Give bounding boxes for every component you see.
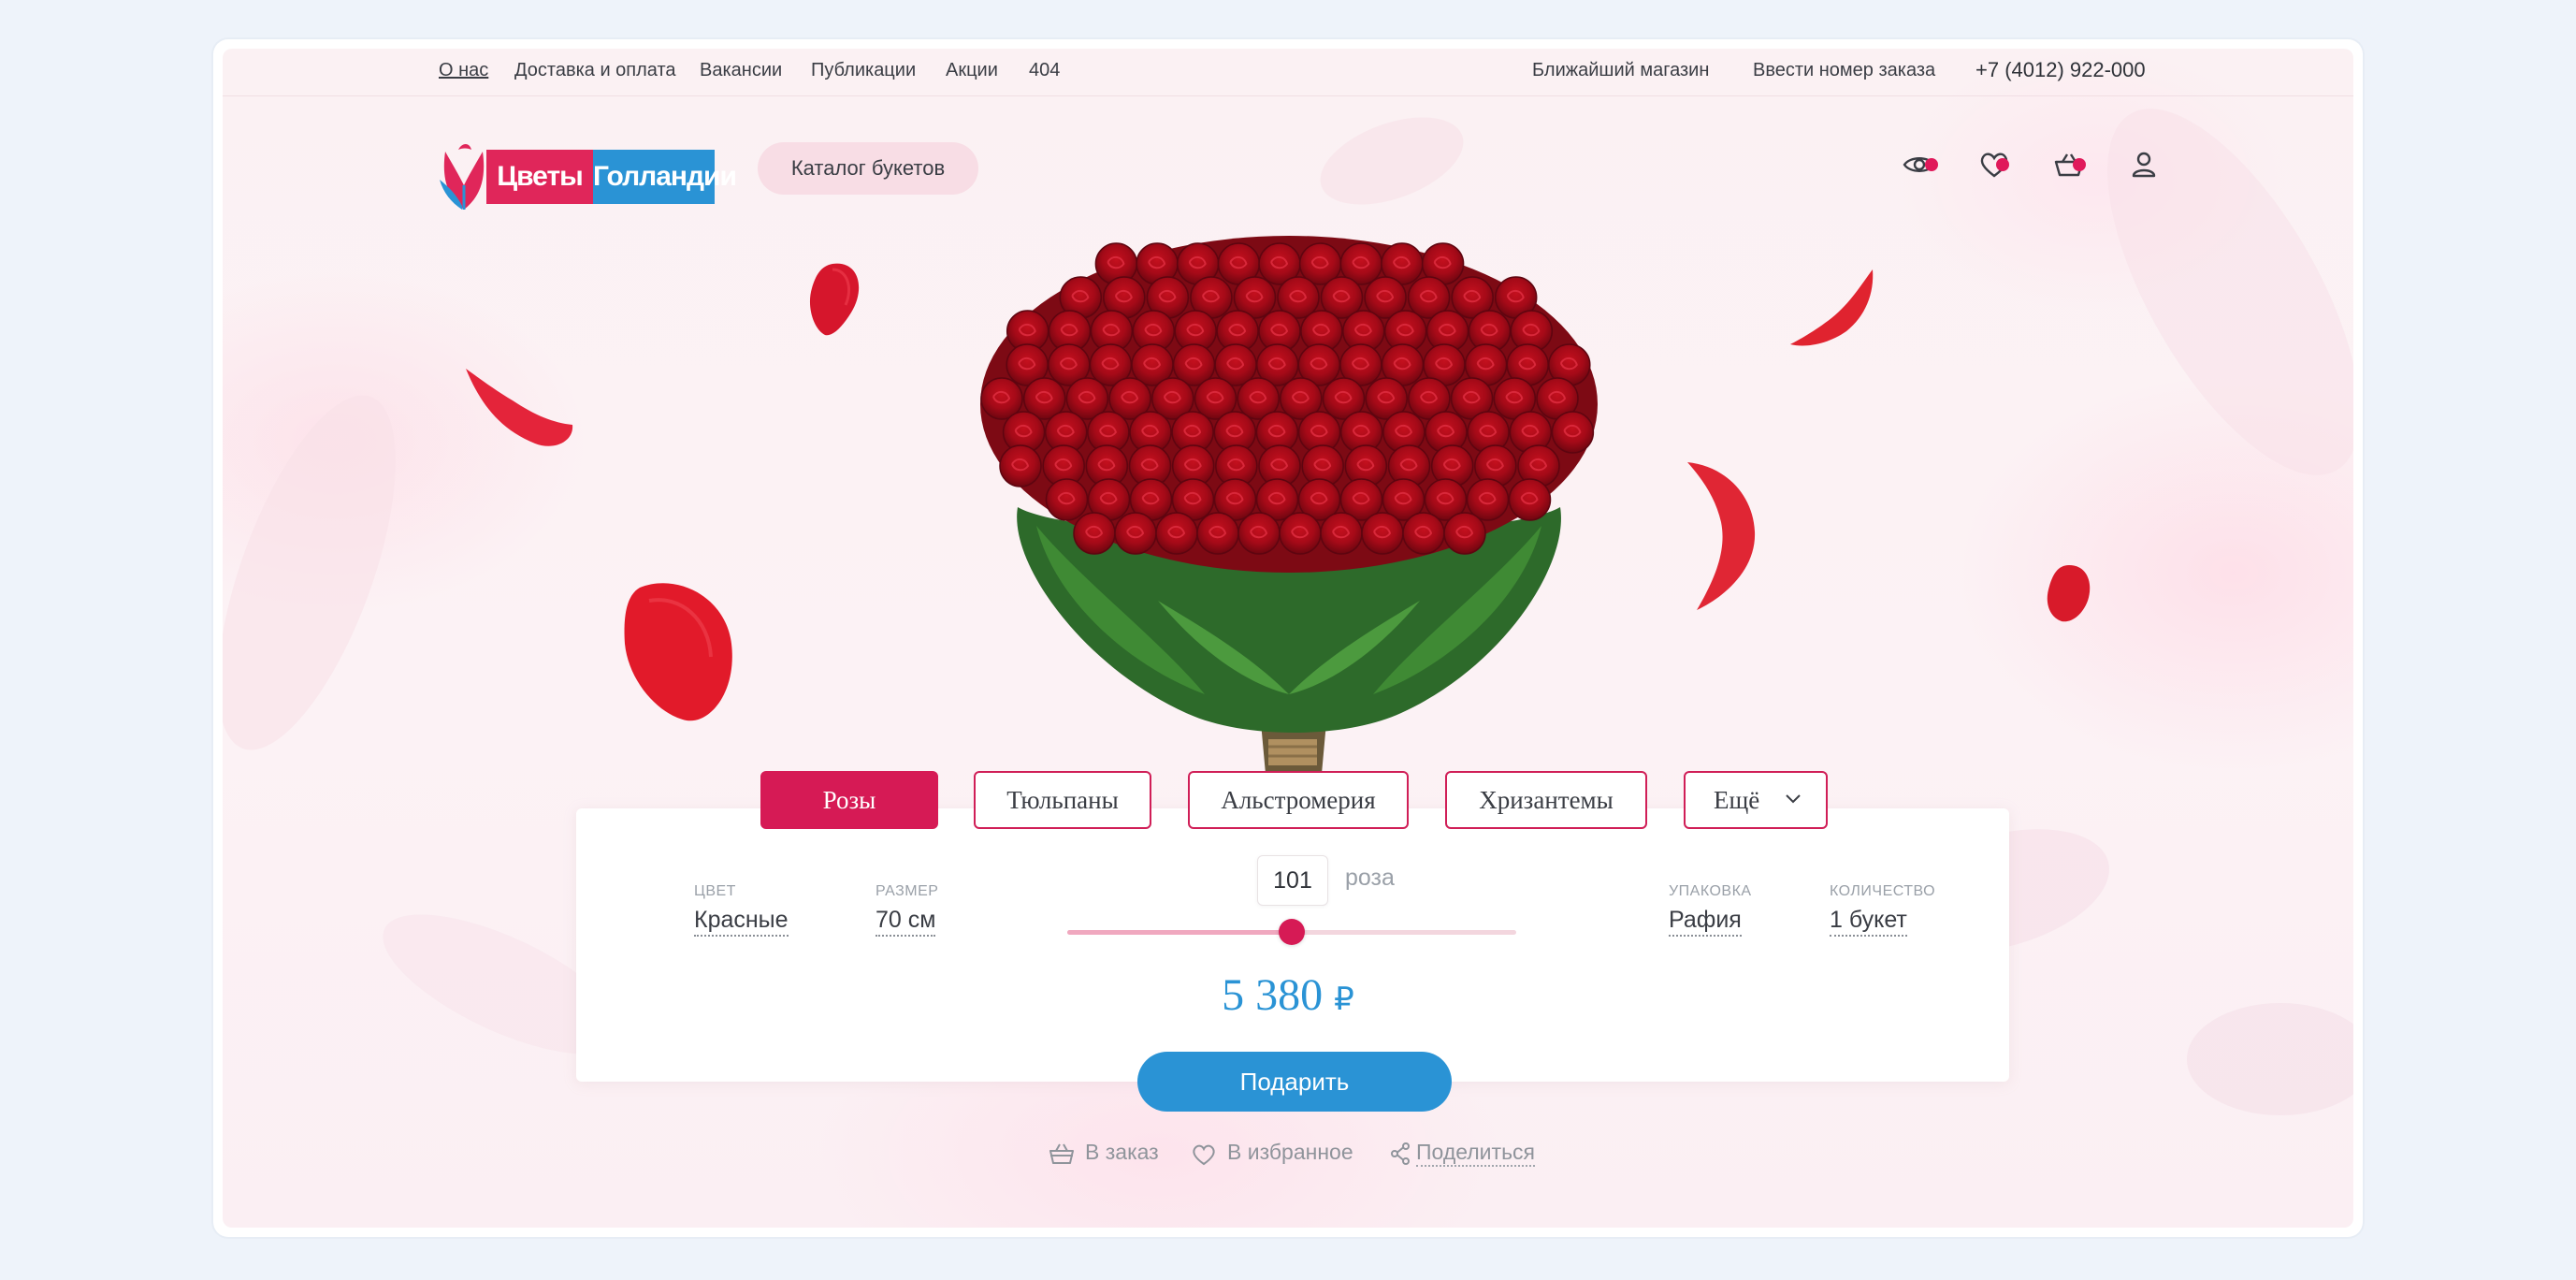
nav-link-promotions[interactable]: Акции	[946, 60, 998, 81]
share-icon[interactable]	[1386, 1140, 1414, 1168]
packing-label: УПАКОВКА	[1669, 883, 1752, 899]
favorites-button[interactable]	[1975, 146, 2013, 183]
color-select[interactable]: Красные	[694, 906, 789, 937]
top-bar: О нас Доставка и оплата Вакансии Публика…	[223, 49, 2353, 96]
rose-head	[1320, 512, 1363, 555]
rose-head	[1551, 411, 1595, 454]
color-label: ЦВЕТ	[694, 883, 736, 899]
rose-head	[999, 444, 1042, 487]
rose-bouquet-image	[980, 236, 1598, 825]
price: 5 380 ₽	[223, 969, 2353, 1021]
stems-slider-fill	[1067, 930, 1292, 935]
rose-head	[1508, 478, 1552, 521]
hero-stage: О нас Доставка и оплата Вакансии Публика…	[223, 49, 2353, 1228]
nav-link-404[interactable]: 404	[1029, 60, 1060, 81]
cart-button[interactable]	[2050, 146, 2088, 183]
nearest-store-link[interactable]: Ближайший магазин	[1532, 60, 1709, 81]
cart-badge	[2073, 158, 2086, 171]
tab-more-label: Ещё	[1714, 786, 1760, 814]
add-to-favorites-link[interactable]: В избранное	[1227, 1140, 1353, 1165]
price-currency: ₽	[1334, 982, 1354, 1017]
user-icon	[2132, 152, 2156, 178]
viewed-badge	[1925, 158, 1938, 171]
stems-slider[interactable]	[1067, 919, 1516, 945]
tab-tulips[interactable]: Тюльпаны	[974, 771, 1151, 829]
rose-head	[1237, 512, 1281, 555]
rose-head	[1045, 478, 1089, 521]
size-label: РАЗМЕР	[876, 883, 939, 899]
rose-head	[1073, 512, 1116, 555]
stems-slider-handle[interactable]	[1279, 919, 1305, 945]
tab-more[interactable]: Ещё	[1684, 771, 1828, 829]
chevron-down-icon	[1786, 794, 1801, 804]
nav-link-about[interactable]: О нас	[439, 60, 488, 81]
basket-icon[interactable]	[1048, 1140, 1076, 1168]
stems-unit: роза	[1345, 865, 1395, 891]
phone-number[interactable]: +7 (4012) 922-000	[1975, 58, 2146, 82]
add-to-order-link[interactable]: В заказ	[1085, 1140, 1159, 1165]
rose-head	[1402, 512, 1445, 555]
share-link[interactable]: Поделиться	[1416, 1140, 1536, 1167]
account-button[interactable]	[2125, 146, 2163, 183]
rose-head	[1114, 512, 1157, 555]
bouquet-config-panel	[576, 808, 2009, 1082]
rose-head	[1279, 512, 1322, 555]
quantity-label: КОЛИЧЕСТВО	[1830, 883, 1936, 899]
nav-link-vacancies[interactable]: Вакансии	[700, 60, 782, 81]
enter-order-link[interactable]: Ввести номер заказа	[1753, 60, 1935, 81]
quantity-select[interactable]: 1 букет	[1830, 906, 1907, 937]
rose-petal-image	[1687, 462, 1756, 610]
nav-link-delivery[interactable]: Доставка и оплата	[514, 60, 676, 81]
logo[interactable]: Цветы Голландии	[438, 140, 737, 211]
rose-head	[1361, 512, 1404, 555]
viewed-button[interactable]	[1901, 146, 1938, 183]
price-amount: 5 380	[1222, 970, 1324, 1020]
heart-icon[interactable]	[1190, 1140, 1218, 1168]
catalog-button[interactable]: Каталог букетов	[758, 142, 978, 195]
rose-petal-image	[1790, 269, 1874, 346]
logo-word-1: Цветы	[486, 150, 593, 204]
rose-petal-image	[624, 583, 732, 721]
page-frame: О нас Доставка и оплата Вакансии Публика…	[213, 39, 2363, 1237]
stems-count-input[interactable]: 101	[1257, 855, 1328, 906]
rose-petal-image	[809, 263, 860, 336]
rose-petal-image	[466, 369, 573, 446]
tab-alstroemeria[interactable]: Альстромерия	[1188, 771, 1409, 829]
tab-roses[interactable]: Розы	[760, 771, 938, 829]
rose-petal-image	[2047, 565, 2091, 622]
logo-word-2: Голландии	[593, 150, 737, 204]
favorites-badge	[1996, 158, 2009, 171]
packing-select[interactable]: Рафия	[1669, 906, 1742, 937]
rose-head	[1443, 512, 1486, 555]
gift-button[interactable]: Подарить	[1137, 1052, 1452, 1112]
rose-head	[1155, 512, 1198, 555]
nav-link-publications[interactable]: Публикации	[811, 60, 916, 81]
tab-chrysanthemums[interactable]: Хризантемы	[1445, 771, 1647, 829]
tulip-logo-icon	[440, 144, 485, 210]
rose-head	[1196, 512, 1239, 555]
size-select[interactable]: 70 см	[876, 906, 936, 937]
